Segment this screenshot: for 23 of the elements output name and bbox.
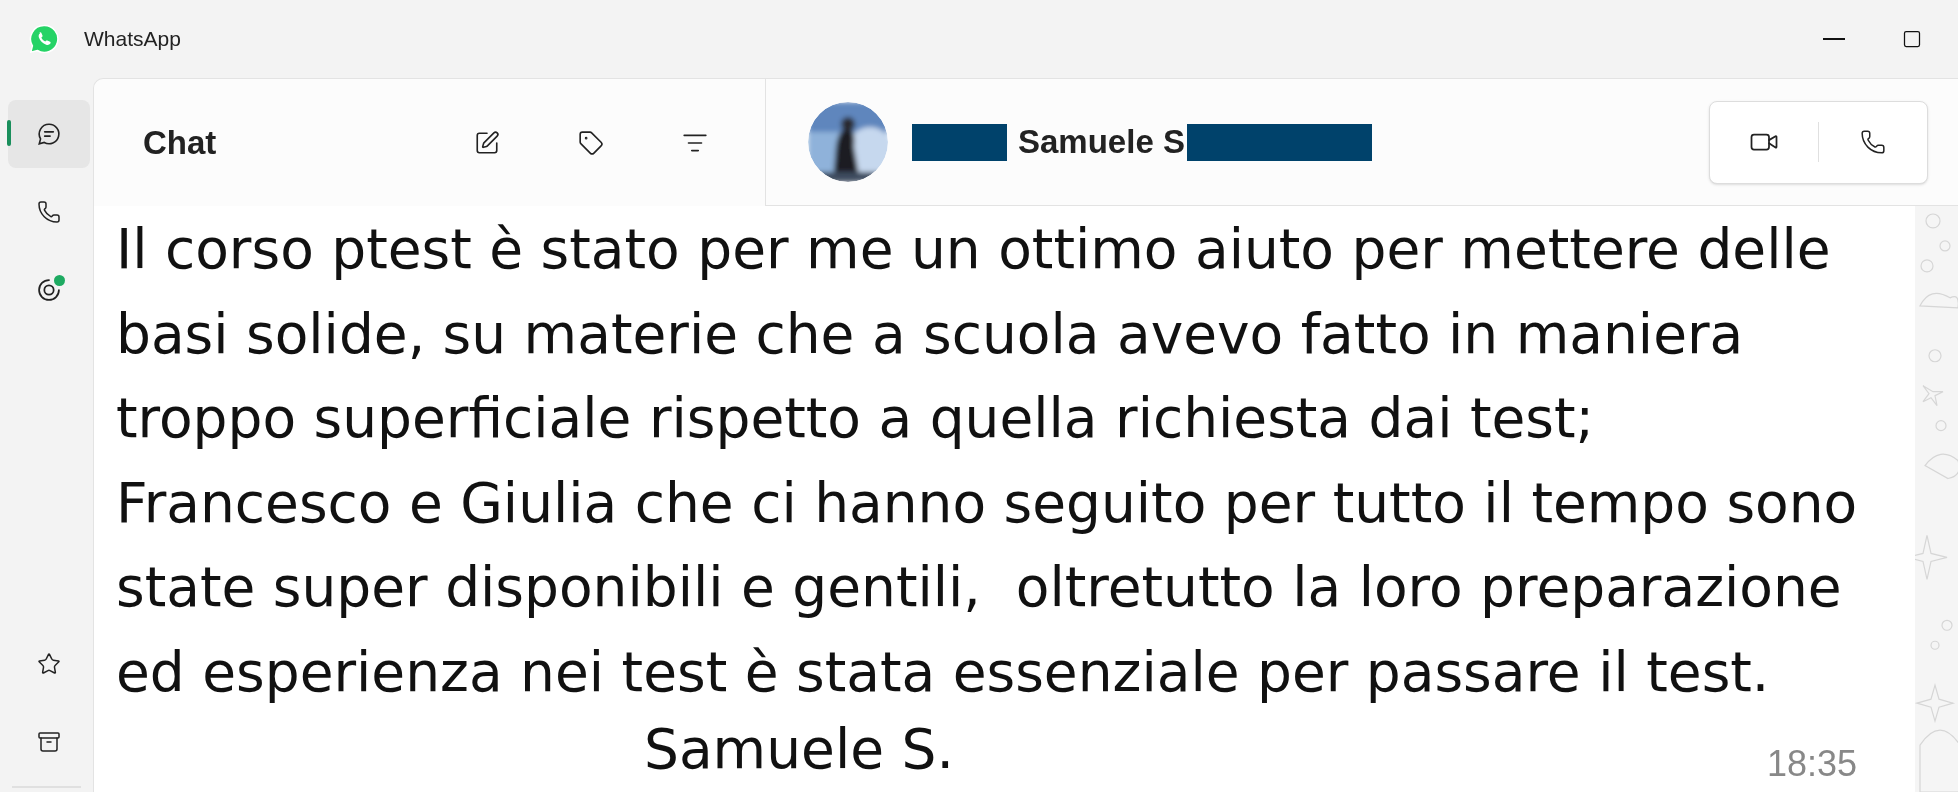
message-text-line: state super disponibili e gentili, oltretutto la loro preparazione (116, 554, 1842, 621)
contact-name: Samuele S (1018, 122, 1185, 163)
chat-icon (35, 121, 62, 147)
message-text-line: Il corso ptest è stato per me un ottimo aiuto per mettere delle (116, 216, 1831, 283)
selection-indicator (7, 120, 11, 146)
pencil-square-icon (474, 129, 500, 156)
signature: Samuele S. (644, 716, 954, 783)
archive-icon (36, 730, 61, 754)
star-icon (36, 652, 61, 676)
message-text-line: ed esperienza nei test è stata essenziale per passare il test. (116, 638, 1770, 706)
tag-icon (578, 129, 604, 156)
window-title: WhatsApp (84, 26, 181, 53)
maximize-icon (1902, 29, 1922, 49)
app-logo-icon (29, 24, 59, 54)
rail-button[interactable] (7, 100, 90, 168)
message-text-line: basi solide, su materie che a scuola avevo fatto in maniera (116, 300, 1744, 368)
phone-icon (36, 200, 61, 224)
minimize-icon (1823, 38, 1845, 40)
panel-title: Chat (143, 122, 217, 163)
message-text-line: Francesco e Giulia che ci hanno seguito per tutto il tempo sono (116, 469, 1858, 537)
message-time: 18:35 (1766, 744, 1857, 784)
phone-icon (1860, 129, 1886, 155)
message-text-line: troppo superficiale rispetto a quella richiesta dai test; (116, 385, 1595, 452)
